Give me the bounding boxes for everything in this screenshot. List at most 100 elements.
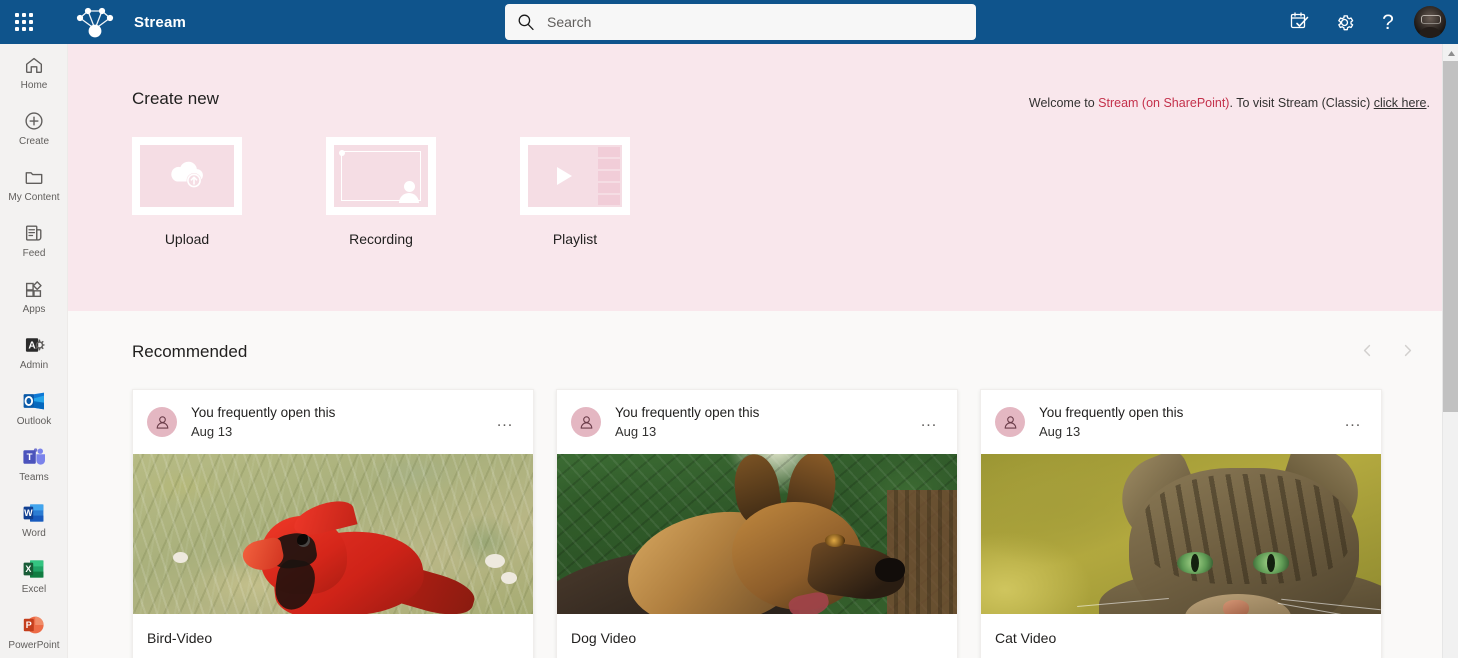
video-title[interactable]: Dog Video [571, 630, 636, 646]
welcome-middle: . To visit Stream (Classic) [1229, 96, 1374, 110]
video-card-header: You frequently open this Aug 13 ... [981, 390, 1381, 454]
svg-text:A: A [28, 340, 36, 351]
video-card[interactable]: You frequently open this Aug 13 ... [132, 389, 534, 658]
feedback-button[interactable] [1278, 0, 1322, 44]
recommended-header: Recommended [132, 339, 1430, 365]
search-box[interactable] [505, 4, 976, 40]
recommended-title: Recommended [132, 342, 248, 361]
welcome-suffix: . [1426, 96, 1430, 110]
video-card-meta: You frequently open this Aug 13 [191, 404, 335, 440]
sidebar-label: Home [20, 79, 48, 91]
sidebar-item-feed[interactable]: Feed [0, 212, 67, 268]
video-title[interactable]: Cat Video [995, 630, 1056, 646]
main-content: Create new Welcome to Stream (on SharePo… [68, 44, 1442, 658]
scrollbar-thumb[interactable] [1443, 61, 1458, 412]
word-icon: W [22, 501, 46, 525]
sidebar-item-excel[interactable]: X Excel [0, 548, 67, 604]
sidebar-item-create[interactable]: Create [0, 100, 67, 156]
sidebar-label: Word [22, 527, 46, 539]
header-actions: ? [1278, 0, 1452, 44]
more-options-button[interactable]: ... [1339, 408, 1367, 436]
search-icon [517, 13, 535, 31]
search-input[interactable] [547, 14, 964, 30]
sidebar-label: PowerPoint [8, 639, 60, 651]
chevron-left-icon [1361, 344, 1374, 361]
video-thumbnail[interactable] [133, 454, 533, 614]
create-playlist-card[interactable]: Playlist [520, 137, 630, 247]
sidebar-label: Admin [19, 359, 49, 371]
svg-text:W: W [24, 508, 33, 518]
settings-button[interactable] [1322, 0, 1366, 44]
sidebar-item-admin[interactable]: A Admin [0, 324, 67, 380]
scroll-up-button[interactable] [1443, 44, 1458, 61]
avatar [147, 407, 177, 437]
stream-logo-icon[interactable] [68, 0, 122, 44]
create-card-label: Upload [164, 231, 210, 247]
cloud-upload-icon [165, 158, 209, 195]
question-icon: ? [1382, 10, 1394, 34]
recommended-cards: You frequently open this Aug 13 ... Bird… [132, 389, 1442, 658]
playlist-thumbnail [520, 137, 630, 215]
sidebar-item-my-content[interactable]: My Content [0, 156, 67, 212]
sidebar-item-outlook[interactable]: Outlook [0, 380, 67, 436]
more-options-button[interactable]: ... [491, 408, 519, 436]
video-card-meta: You frequently open this Aug 13 [1039, 404, 1183, 440]
avatar [995, 407, 1025, 437]
waffle-icon [15, 13, 33, 31]
svg-text:T: T [27, 452, 33, 463]
apps-icon [23, 277, 45, 301]
outlook-icon [22, 389, 46, 413]
video-thumbnail[interactable] [981, 454, 1381, 614]
sidebar-label: Excel [21, 583, 47, 595]
app-title[interactable]: Stream [134, 14, 186, 31]
video-card-footer: Dog Video [557, 614, 957, 658]
sidebar-label: Apps [22, 303, 46, 315]
create-recording-card[interactable]: Recording [326, 137, 436, 247]
feedback-icon [1289, 11, 1311, 33]
carousel-controls [1354, 339, 1430, 365]
sidebar-label: My Content [8, 191, 60, 203]
welcome-banner-text: Welcome to Stream (on SharePoint). To vi… [1029, 96, 1430, 110]
playlist-play-icon [528, 145, 622, 207]
carousel-next-button[interactable] [1394, 339, 1420, 365]
video-date: Aug 13 [191, 424, 233, 439]
video-card[interactable]: You frequently open this Aug 13 ... [556, 389, 958, 658]
help-button[interactable]: ? [1366, 0, 1410, 44]
sidebar-item-apps[interactable]: Apps [0, 268, 67, 324]
recommendation-reason: You frequently open this [191, 405, 336, 420]
sidebar-item-teams[interactable]: T Teams [0, 436, 67, 492]
upload-thumbnail [132, 137, 242, 215]
chevron-right-icon [1401, 344, 1414, 361]
app-launcher-button[interactable] [0, 0, 48, 44]
video-thumbnail[interactable] [557, 454, 957, 614]
sidebar-item-word[interactable]: W Word [0, 492, 67, 548]
sidebar-item-home[interactable]: Home [0, 44, 67, 100]
excel-icon: X [22, 557, 46, 581]
top-header-bar: Stream Search ? [0, 0, 1458, 44]
carousel-prev-button[interactable] [1354, 339, 1380, 365]
stream-classic-link[interactable]: click here [1374, 96, 1427, 110]
sidebar-label: Teams [19, 471, 49, 483]
video-card-footer: Bird-Video [133, 614, 533, 658]
sidebar-label: Outlook [16, 415, 52, 427]
screen-recording-icon [334, 145, 428, 207]
recommended-section: Recommended You frequently open this Aug… [68, 311, 1442, 658]
sidebar-item-powerpoint[interactable]: P PowerPoint [0, 604, 67, 658]
more-options-button[interactable]: ... [915, 408, 943, 436]
admin-icon: A [23, 333, 45, 357]
video-title[interactable]: Bird-Video [147, 630, 212, 646]
create-card-label: Recording [349, 231, 413, 247]
video-card[interactable]: You frequently open this Aug 13 ... [980, 389, 1382, 658]
svg-text:P: P [26, 620, 32, 630]
powerpoint-icon: P [22, 613, 46, 637]
video-card-header: You frequently open this Aug 13 ... [557, 390, 957, 454]
account-avatar[interactable] [1414, 6, 1446, 38]
sidebar-label: Feed [22, 247, 46, 259]
create-new-cards: Upload Recording Playlist [132, 137, 1442, 247]
create-upload-card[interactable]: Upload [132, 137, 242, 247]
page-scrollbar[interactable] [1442, 44, 1458, 658]
create-new-section: Create new Welcome to Stream (on SharePo… [68, 44, 1442, 311]
welcome-prefix: Welcome to [1028, 96, 1099, 110]
plus-circle-icon [23, 109, 45, 133]
folder-icon [23, 165, 45, 189]
